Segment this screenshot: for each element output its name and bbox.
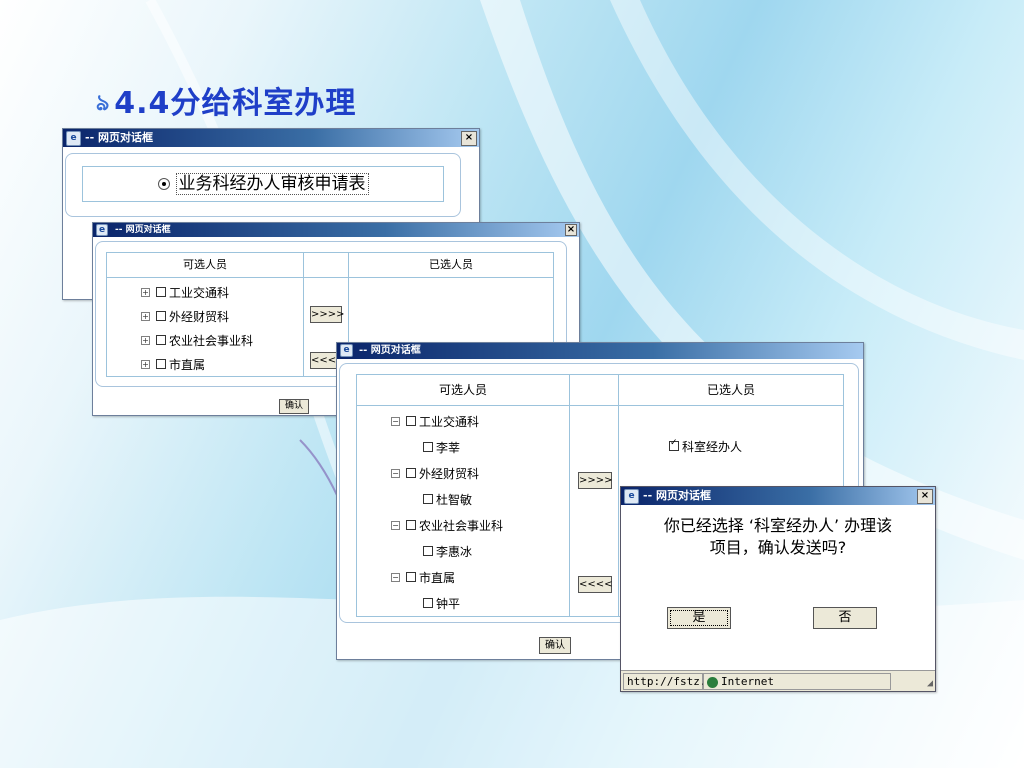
checkbox-checked[interactable] (669, 438, 679, 451)
add-button[interactable]: >>>> (578, 472, 613, 489)
close-icon[interactable]: × (565, 224, 577, 236)
ie-icon: e (340, 344, 353, 357)
dialog-confirm: e -- 网页对话框 × 你已经选择 ‘科室经办人’ 办理该 项目，确认发送吗?… (620, 486, 936, 692)
slide-title: ঌ 4.4分给科室办理 (96, 86, 357, 121)
expand-icon[interactable]: + (141, 311, 150, 321)
no-button[interactable]: 否 (813, 607, 877, 629)
collapse-icon[interactable]: − (391, 416, 400, 426)
tree-node[interactable]: − 市直属 (391, 564, 569, 590)
transfer-column: >>>> <<<< (569, 405, 619, 617)
confirm-message-line1: 你已经选择 ‘科室经办人’ 办理该 (663, 516, 893, 535)
close-icon[interactable]: × (917, 489, 933, 504)
yes-button[interactable]: 是 (667, 607, 731, 629)
expand-icon[interactable]: + (141, 287, 150, 297)
checkbox[interactable] (156, 287, 166, 297)
header-available: 可选人员 (106, 252, 304, 278)
expand-icon[interactable]: + (141, 359, 150, 369)
dialog-titlebar[interactable]: e -- 网页对话框 × (93, 223, 579, 237)
tree-node[interactable]: − 农业社会事业科 (391, 512, 569, 538)
tree-node[interactable]: + 工业交通科 (141, 280, 303, 304)
dialog-titlebar[interactable]: e -- 网页对话框 × (63, 129, 479, 147)
checkbox[interactable] (406, 468, 416, 478)
approval-option-box: 业务科经办人审核申请表 (82, 166, 444, 202)
confirm-button[interactable]: 确认 (279, 399, 309, 414)
status-bar: http://fstz. Internet ◢ (621, 670, 935, 691)
checkbox[interactable] (406, 416, 416, 426)
ie-icon: e (96, 224, 108, 236)
tree-node[interactable]: − 外经财贸科 (391, 460, 569, 486)
tree-leaf[interactable]: 李惠冰 (391, 538, 569, 564)
selected-item[interactable]: 科室经办人 (669, 434, 843, 458)
header-selected: 已选人员 (618, 374, 844, 406)
tree-leaf[interactable]: 钟平 (391, 590, 569, 616)
close-icon[interactable]: × (461, 131, 477, 146)
globe-icon (707, 676, 718, 688)
confirm-button[interactable]: 确认 (539, 637, 571, 654)
header-spacer (569, 374, 619, 406)
radio-button[interactable] (157, 178, 170, 190)
collapse-icon[interactable]: − (391, 468, 400, 478)
dialog-titlebar[interactable]: e -- 网页对话框 × (621, 487, 935, 505)
tree-node[interactable]: − 工业交通科 (391, 408, 569, 434)
tree-leaf[interactable]: 李莘 (391, 434, 569, 460)
bullet-icon: ঌ (96, 91, 111, 116)
checkbox[interactable] (423, 494, 433, 504)
resize-grip-icon[interactable]: ◢ (927, 678, 933, 689)
header-selected: 已选人员 (348, 252, 554, 278)
available-tree: + 工业交通科 + 外经财贸科 + 农业社会事业科 + 市直属 (106, 277, 304, 377)
expand-icon[interactable]: + (141, 335, 150, 345)
header-spacer (303, 252, 349, 278)
checkbox[interactable] (406, 520, 416, 530)
confirm-message: 你已经选择 ‘科室经办人’ 办理该 项目，确认发送吗? (621, 515, 935, 559)
ie-icon: e (624, 489, 639, 504)
dialog-titlebar[interactable]: e -- 网页对话框 (337, 343, 863, 359)
checkbox[interactable] (406, 572, 416, 582)
checkbox[interactable] (423, 598, 433, 608)
tree-node[interactable]: + 农业社会事业科 (141, 328, 303, 352)
dialog-panel: 业务科经办人审核申请表 (65, 153, 461, 217)
tree-node[interactable]: + 市直属 (141, 352, 303, 376)
available-tree: − 工业交通科 李莘 − 外经财贸科 杜智敏 − 农业社会事业科 李惠冰 − 市直属 钟… (356, 405, 570, 617)
checkbox[interactable] (156, 359, 166, 369)
add-button[interactable]: >>>> (310, 306, 345, 323)
status-zone: Internet (703, 673, 891, 690)
ie-icon: e (66, 131, 81, 146)
confirm-message-line2: 项目，确认发送吗? (709, 538, 847, 557)
status-url: http://fstz. (623, 673, 706, 690)
approval-option-label[interactable]: 业务科经办人审核申请表 (175, 173, 369, 195)
checkbox[interactable] (423, 442, 433, 452)
remove-button[interactable]: <<<< (578, 576, 613, 593)
collapse-icon[interactable]: − (391, 572, 400, 582)
collapse-icon[interactable]: − (391, 520, 400, 530)
tree-leaf[interactable]: 杜智敏 (391, 486, 569, 512)
header-available: 可选人员 (356, 374, 570, 406)
checkbox[interactable] (156, 311, 166, 321)
tree-node[interactable]: + 外经财贸科 (141, 304, 303, 328)
checkbox[interactable] (156, 335, 166, 345)
checkbox[interactable] (423, 546, 433, 556)
